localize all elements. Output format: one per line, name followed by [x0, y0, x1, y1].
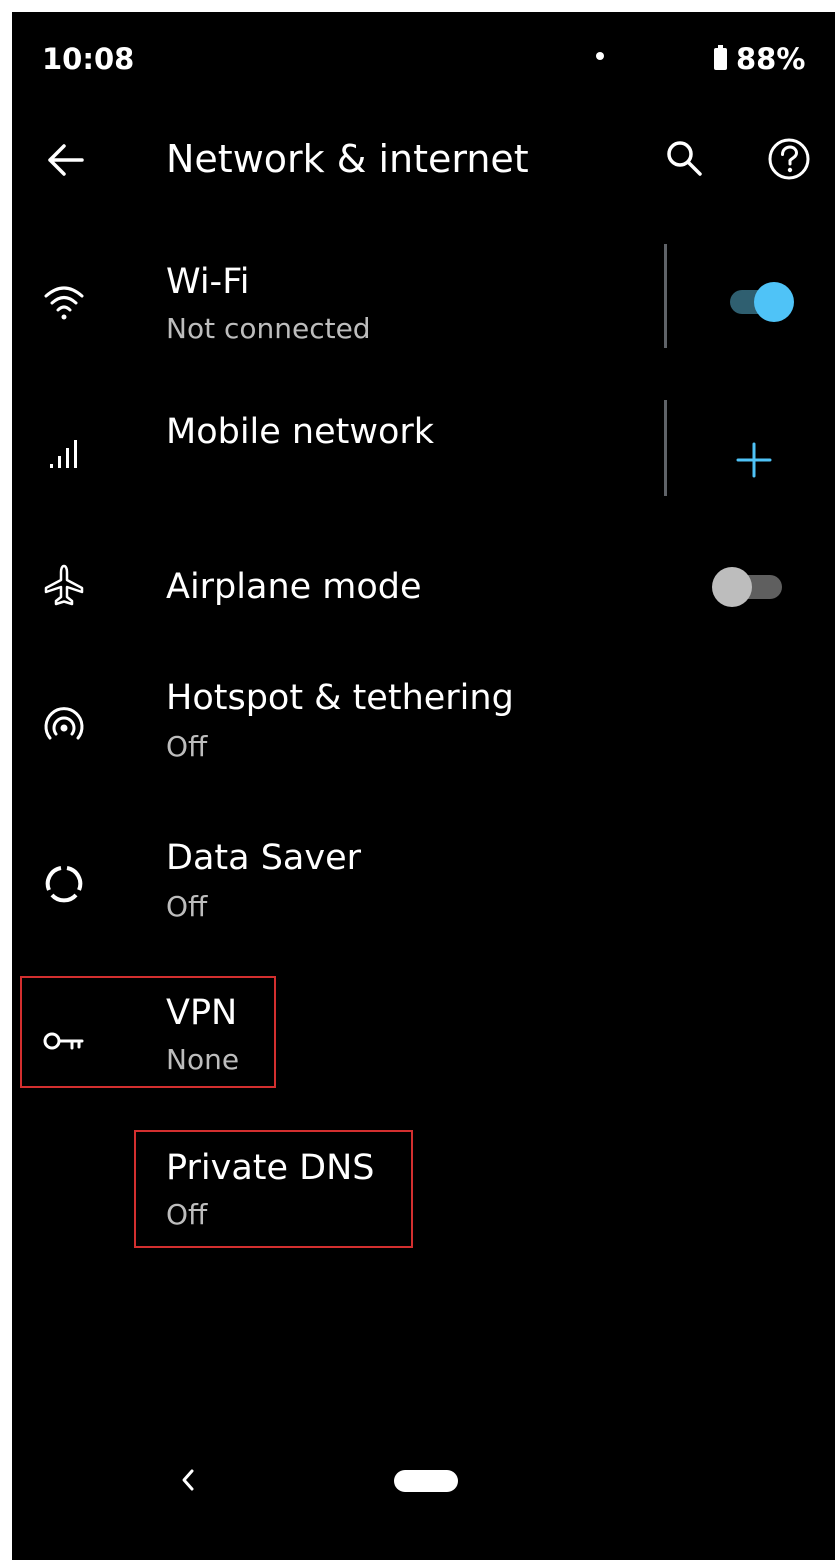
wifi-icon — [44, 286, 84, 320]
airplane-mode-item[interactable]: Airplane mode — [12, 547, 835, 627]
signal-bars-icon — [50, 440, 77, 468]
nav-home-pill[interactable] — [394, 1470, 458, 1492]
data-saver-status: Off — [166, 890, 208, 923]
mobile-network-item[interactable]: Mobile network — [12, 392, 835, 512]
notification-dot-icon — [596, 52, 604, 60]
row-divider — [664, 244, 667, 348]
battery-percentage: 88% — [736, 42, 806, 76]
vpn-highlight-box — [20, 976, 276, 1088]
airplane-mode-title: Airplane mode — [166, 567, 422, 607]
data-saver-item[interactable]: Data Saver Off — [12, 832, 835, 942]
row-divider — [664, 400, 667, 496]
add-network-icon[interactable] — [734, 440, 774, 480]
data-saver-icon — [45, 866, 83, 903]
search-icon[interactable] — [662, 136, 706, 180]
battery-icon — [714, 45, 727, 70]
private-dns-highlight-box — [134, 1130, 413, 1248]
nav-back-icon[interactable] — [178, 1466, 198, 1494]
phone-screen: 10:08 88% Network & internet Wi-Fi Not c… — [12, 12, 835, 1560]
hotspot-status: Off — [166, 730, 208, 763]
airplane-mode-toggle[interactable] — [712, 567, 782, 607]
hotspot-item[interactable]: Hotspot & tethering Off — [12, 672, 835, 782]
hotspot-title: Hotspot & tethering — [166, 678, 514, 718]
airplane-icon — [44, 564, 84, 606]
help-icon[interactable] — [766, 136, 812, 182]
back-arrow-icon[interactable] — [42, 137, 88, 183]
hotspot-icon — [44, 707, 84, 740]
data-saver-title: Data Saver — [166, 838, 361, 878]
wifi-toggle[interactable] — [730, 282, 794, 322]
mobile-network-title: Mobile network — [166, 412, 435, 452]
wifi-status: Not connected — [166, 312, 371, 345]
status-time: 10:08 — [42, 42, 135, 76]
wifi-title: Wi-Fi — [166, 262, 250, 302]
wifi-item[interactable]: Wi-Fi Not connected — [12, 242, 835, 362]
page-title: Network & internet — [166, 137, 529, 181]
